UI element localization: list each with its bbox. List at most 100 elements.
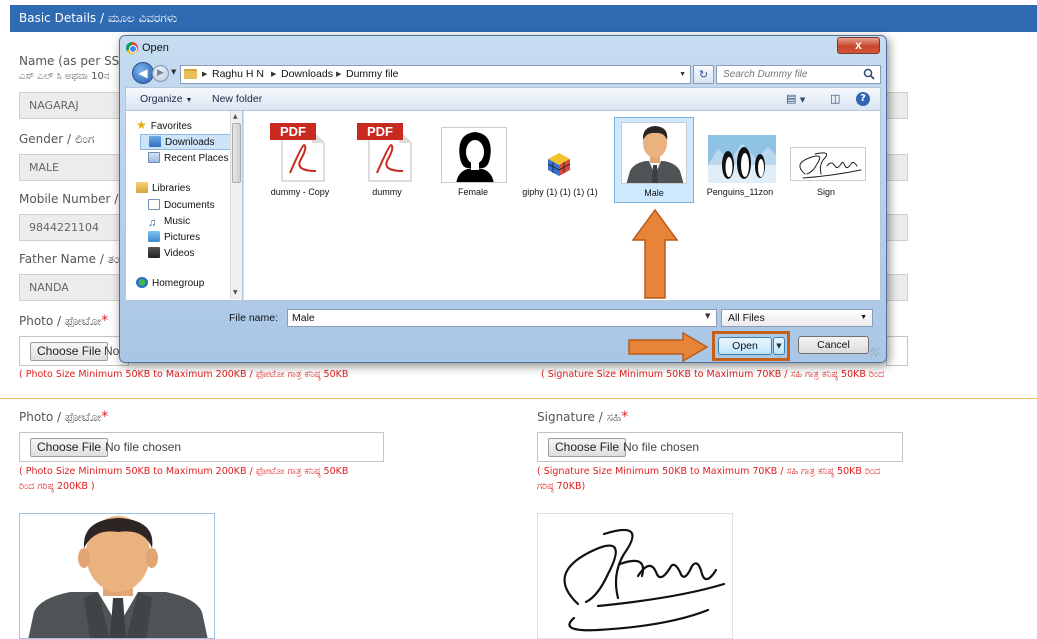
homegroup-icon	[136, 277, 148, 288]
section-header: Basic Details / ಮೂಲ ವಿವರಗಳು	[10, 5, 1037, 32]
photo-file-input-top[interactable]: Choose File No	[19, 336, 129, 366]
videos-icon	[148, 247, 160, 258]
breadcrumb-downloads[interactable]: Downloads	[281, 66, 333, 83]
signature-file-input-top[interactable]	[886, 336, 908, 366]
breadcrumb-separator-icon[interactable]: ▶	[271, 66, 276, 83]
preview-pane-icon[interactable]: ◫	[830, 92, 840, 106]
choose-file-button[interactable]: Choose File	[548, 438, 627, 457]
right-field-3[interactable]	[886, 214, 908, 241]
new-folder-button[interactable]: New folder	[212, 88, 262, 110]
star-icon: ★	[136, 118, 147, 132]
scrollbar-thumb[interactable]	[232, 123, 241, 183]
right-field-4[interactable]	[886, 274, 908, 301]
file-name-dropdown-icon[interactable]: ▼	[705, 312, 710, 320]
dialog-title: Open	[142, 42, 169, 54]
cancel-button[interactable]: Cancel	[798, 336, 869, 354]
recent-places-icon	[148, 152, 160, 163]
pdf-badge-text: PDF	[280, 124, 306, 139]
file-name-input[interactable]: Male	[287, 309, 717, 327]
navigation-scrollbar[interactable]: ▲ ▼	[230, 111, 242, 299]
signature-preview	[537, 513, 733, 639]
libraries-icon	[136, 182, 148, 193]
scroll-down-icon[interactable]: ▼	[233, 289, 238, 296]
gender-field[interactable]: MALE	[19, 154, 124, 181]
file-name: Female	[457, 187, 488, 197]
chrome-icon	[126, 42, 138, 54]
search-icon[interactable]	[863, 68, 875, 80]
name-field[interactable]: NAGARAJ	[19, 92, 124, 119]
file-item[interactable]: giphy (1) (1) (1) (1)	[518, 117, 602, 217]
signature-image	[538, 514, 732, 638]
photo-label: Photo / ಫೋಟೋ*	[19, 409, 109, 425]
music-icon: ♫	[148, 217, 157, 229]
resize-grip-icon[interactable]	[871, 348, 879, 356]
male-avatar-image	[20, 514, 214, 638]
refresh-icon[interactable]: ↻	[693, 65, 714, 84]
required-mark: *	[621, 409, 629, 425]
file-list: PDF dummy - Copy PDF dummy Female giphy …	[243, 111, 881, 301]
father-name-label: Father Name / ತಂದೆ	[19, 252, 128, 266]
close-icon: x	[855, 38, 862, 52]
command-bar: Organize ▼ New folder ▤ ▼ ◫ ?	[125, 87, 881, 111]
photo-preview	[19, 513, 215, 639]
choose-file-button[interactable]: Choose File	[30, 438, 109, 457]
signature-size-hint-top: ( Signature Size Minimum 50KB to Maximum…	[541, 369, 885, 380]
signature-thumbnail	[790, 147, 866, 181]
breadcrumb-user[interactable]: Raghu H N	[212, 66, 264, 83]
search-box[interactable]	[716, 65, 881, 84]
file-name: dummy	[372, 187, 402, 197]
no-file-text: No file chosen	[623, 440, 700, 454]
chevron-down-icon: ▼	[860, 314, 867, 321]
male-thumbnail	[621, 122, 687, 184]
organize-menu[interactable]: Organize ▼	[140, 88, 192, 112]
pdf-badge-text: PDF	[367, 124, 393, 139]
cube-thumbnail	[546, 151, 572, 177]
penguins-thumbnail	[708, 135, 776, 183]
choose-file-button[interactable]: Choose File	[30, 342, 109, 361]
right-field-1[interactable]	[886, 92, 908, 119]
photo-file-input[interactable]: Choose File No file chosen	[19, 432, 384, 462]
nav-libraries[interactable]: Libraries	[136, 181, 240, 197]
view-options-icon[interactable]: ▤ ▼	[786, 92, 805, 106]
file-name: Male	[644, 188, 664, 198]
nav-homegroup[interactable]: Homegroup	[136, 276, 240, 292]
file-name-label: File name:	[229, 312, 279, 324]
search-input[interactable]	[717, 66, 859, 83]
signature-file-input[interactable]: Choose File No file chosen	[537, 432, 903, 462]
file-item[interactable]: Penguins_11zon	[698, 117, 782, 217]
female-thumbnail	[441, 127, 507, 183]
history-dropdown-icon[interactable]: ▼	[171, 68, 176, 76]
file-name: dummy - Copy	[270, 187, 330, 197]
open-file-dialog[interactable]: Open x ◀ ▶ ▼ ▶ Raghu H N ▶ Downloads ▶ D…	[119, 35, 887, 363]
file-item[interactable]: Sign	[784, 117, 868, 217]
help-icon[interactable]: ?	[856, 92, 870, 106]
file-type-filter[interactable]: All Files ▼	[721, 309, 873, 327]
chevron-down-icon: ▼	[185, 97, 193, 104]
forward-arrow-icon[interactable]: ▶	[152, 65, 169, 82]
scroll-up-icon[interactable]: ▲	[233, 113, 238, 120]
right-field-2[interactable]	[886, 154, 908, 181]
address-dropdown-icon[interactable]: ▼	[679, 66, 686, 83]
no-file-text: No	[104, 344, 120, 358]
signature-size-hint: ( Signature Size Minimum 50KB to Maximum…	[537, 466, 881, 492]
breadcrumb-dummy-file[interactable]: Dummy file	[346, 66, 399, 83]
breadcrumb-separator-icon[interactable]: ▶	[202, 66, 207, 83]
file-item-selected[interactable]: Male	[614, 117, 694, 203]
breadcrumb-separator-icon[interactable]: ▶	[336, 66, 341, 83]
nav-downloads[interactable]: Downloads	[140, 134, 236, 150]
file-item[interactable]: PDF dummy - Copy	[258, 117, 342, 217]
open-split-dropdown-icon[interactable]: ▼	[773, 337, 785, 355]
open-button[interactable]: Open	[718, 337, 772, 355]
file-item[interactable]: Female	[431, 117, 515, 217]
required-mark: *	[101, 409, 109, 425]
section-divider	[0, 398, 1037, 399]
close-button[interactable]: x	[837, 37, 880, 54]
mobile-field[interactable]: 9844221104	[19, 214, 124, 241]
file-name: giphy (1) (1) (1) (1)	[522, 187, 598, 197]
address-bar[interactable]: ▶ Raghu H N ▶ Downloads ▶ Dummy file ▼	[180, 65, 691, 84]
file-item[interactable]: PDF dummy	[345, 117, 429, 217]
nav-favorites[interactable]: ★ Favorites	[136, 117, 240, 133]
name-label: Name (as per SSLC ಎಸ್ ಎಲ್ ಸಿ ಅಥವಾ 10ನ	[19, 54, 135, 82]
back-arrow-icon[interactable]: ◀	[132, 62, 154, 84]
father-name-field[interactable]: NANDA	[19, 274, 124, 301]
